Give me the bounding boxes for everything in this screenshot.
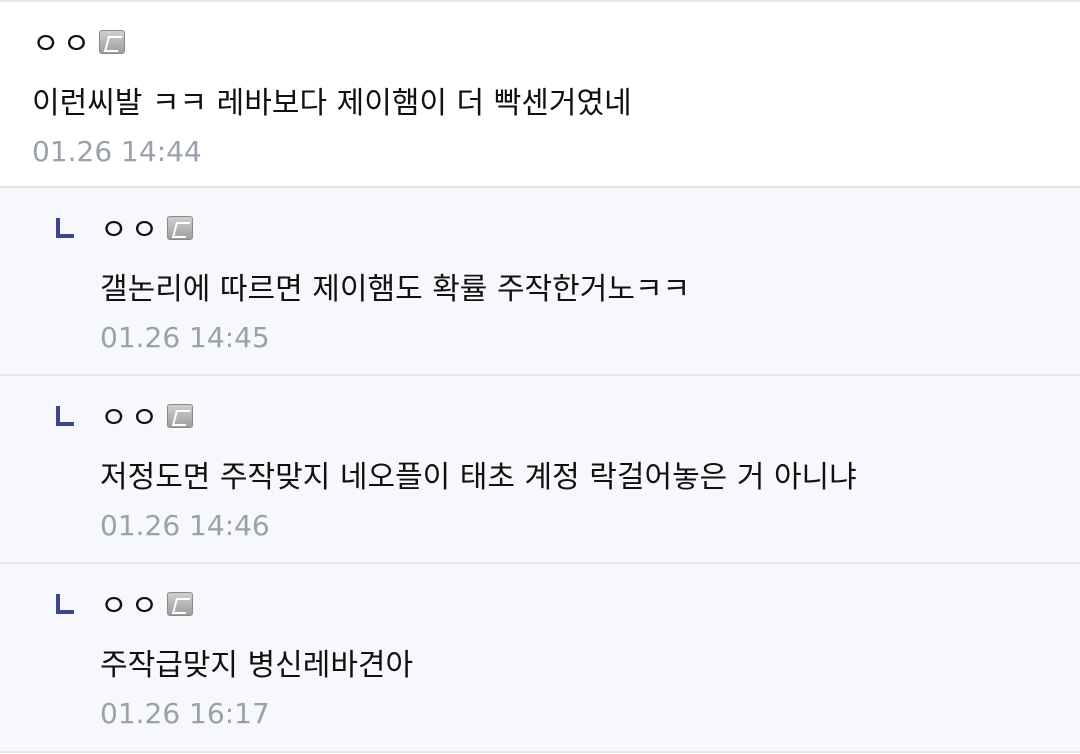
comment-timestamp: 01.26 14:44 <box>32 135 202 168</box>
comment-item: ㅇㅇ 이런씨발 ㅋㅋ 레바보다 제이햄이 더 빡센거였네 01.26 14:44 <box>0 2 1080 188</box>
reply-item: ㅇㅇ 저정도면 주작맞지 네오플이 태초 계정 락걸어놓은 거 아니냐 01.2… <box>0 376 1080 564</box>
comment-header: ㅇㅇ <box>32 28 126 62</box>
reply-item: ㅇㅇ 주작급맞지 병신레바견아 01.26 16:17 <box>0 564 1080 753</box>
comment-list: ㅇㅇ 이런씨발 ㅋㅋ 레바보다 제이햄이 더 빡센거였네 01.26 14:44… <box>0 0 1080 754</box>
comment-text: 저정도면 주작맞지 네오플이 태초 계정 락걸어놓은 거 아니냐 <box>100 460 857 495</box>
comment-timestamp: 01.26 14:46 <box>100 509 270 542</box>
comment-timestamp: 01.26 14:45 <box>100 321 270 354</box>
comment-header: ㅇㅇ <box>100 214 194 248</box>
fixed-nick-badge-icon <box>167 592 194 616</box>
reply-arrow-icon <box>56 218 74 238</box>
reply-arrow-icon <box>56 406 74 426</box>
nickname[interactable]: ㅇㅇ <box>32 28 93 62</box>
reply-item: ㅇㅇ 갤논리에 따르면 제이햄도 확률 주작한거노ㅋㅋ 01.26 14:45 <box>0 188 1080 376</box>
comment-header: ㅇㅇ <box>100 590 194 624</box>
fixed-nick-badge-icon <box>99 30 126 54</box>
comment-timestamp: 01.26 16:17 <box>100 697 270 730</box>
comment-text: 주작급맞지 병신레바견아 <box>100 648 414 683</box>
comment-text: 갤논리에 따르면 제이햄도 확률 주작한거노ㅋㅋ <box>100 272 691 307</box>
reply-arrow-icon <box>56 594 74 614</box>
nickname[interactable]: ㅇㅇ <box>100 402 161 436</box>
nickname[interactable]: ㅇㅇ <box>100 214 161 248</box>
fixed-nick-badge-icon <box>167 404 194 428</box>
nickname[interactable]: ㅇㅇ <box>100 590 161 624</box>
comment-header: ㅇㅇ <box>100 402 194 436</box>
fixed-nick-badge-icon <box>167 216 194 240</box>
comment-text: 이런씨발 ㅋㅋ 레바보다 제이햄이 더 빡센거였네 <box>32 86 632 121</box>
